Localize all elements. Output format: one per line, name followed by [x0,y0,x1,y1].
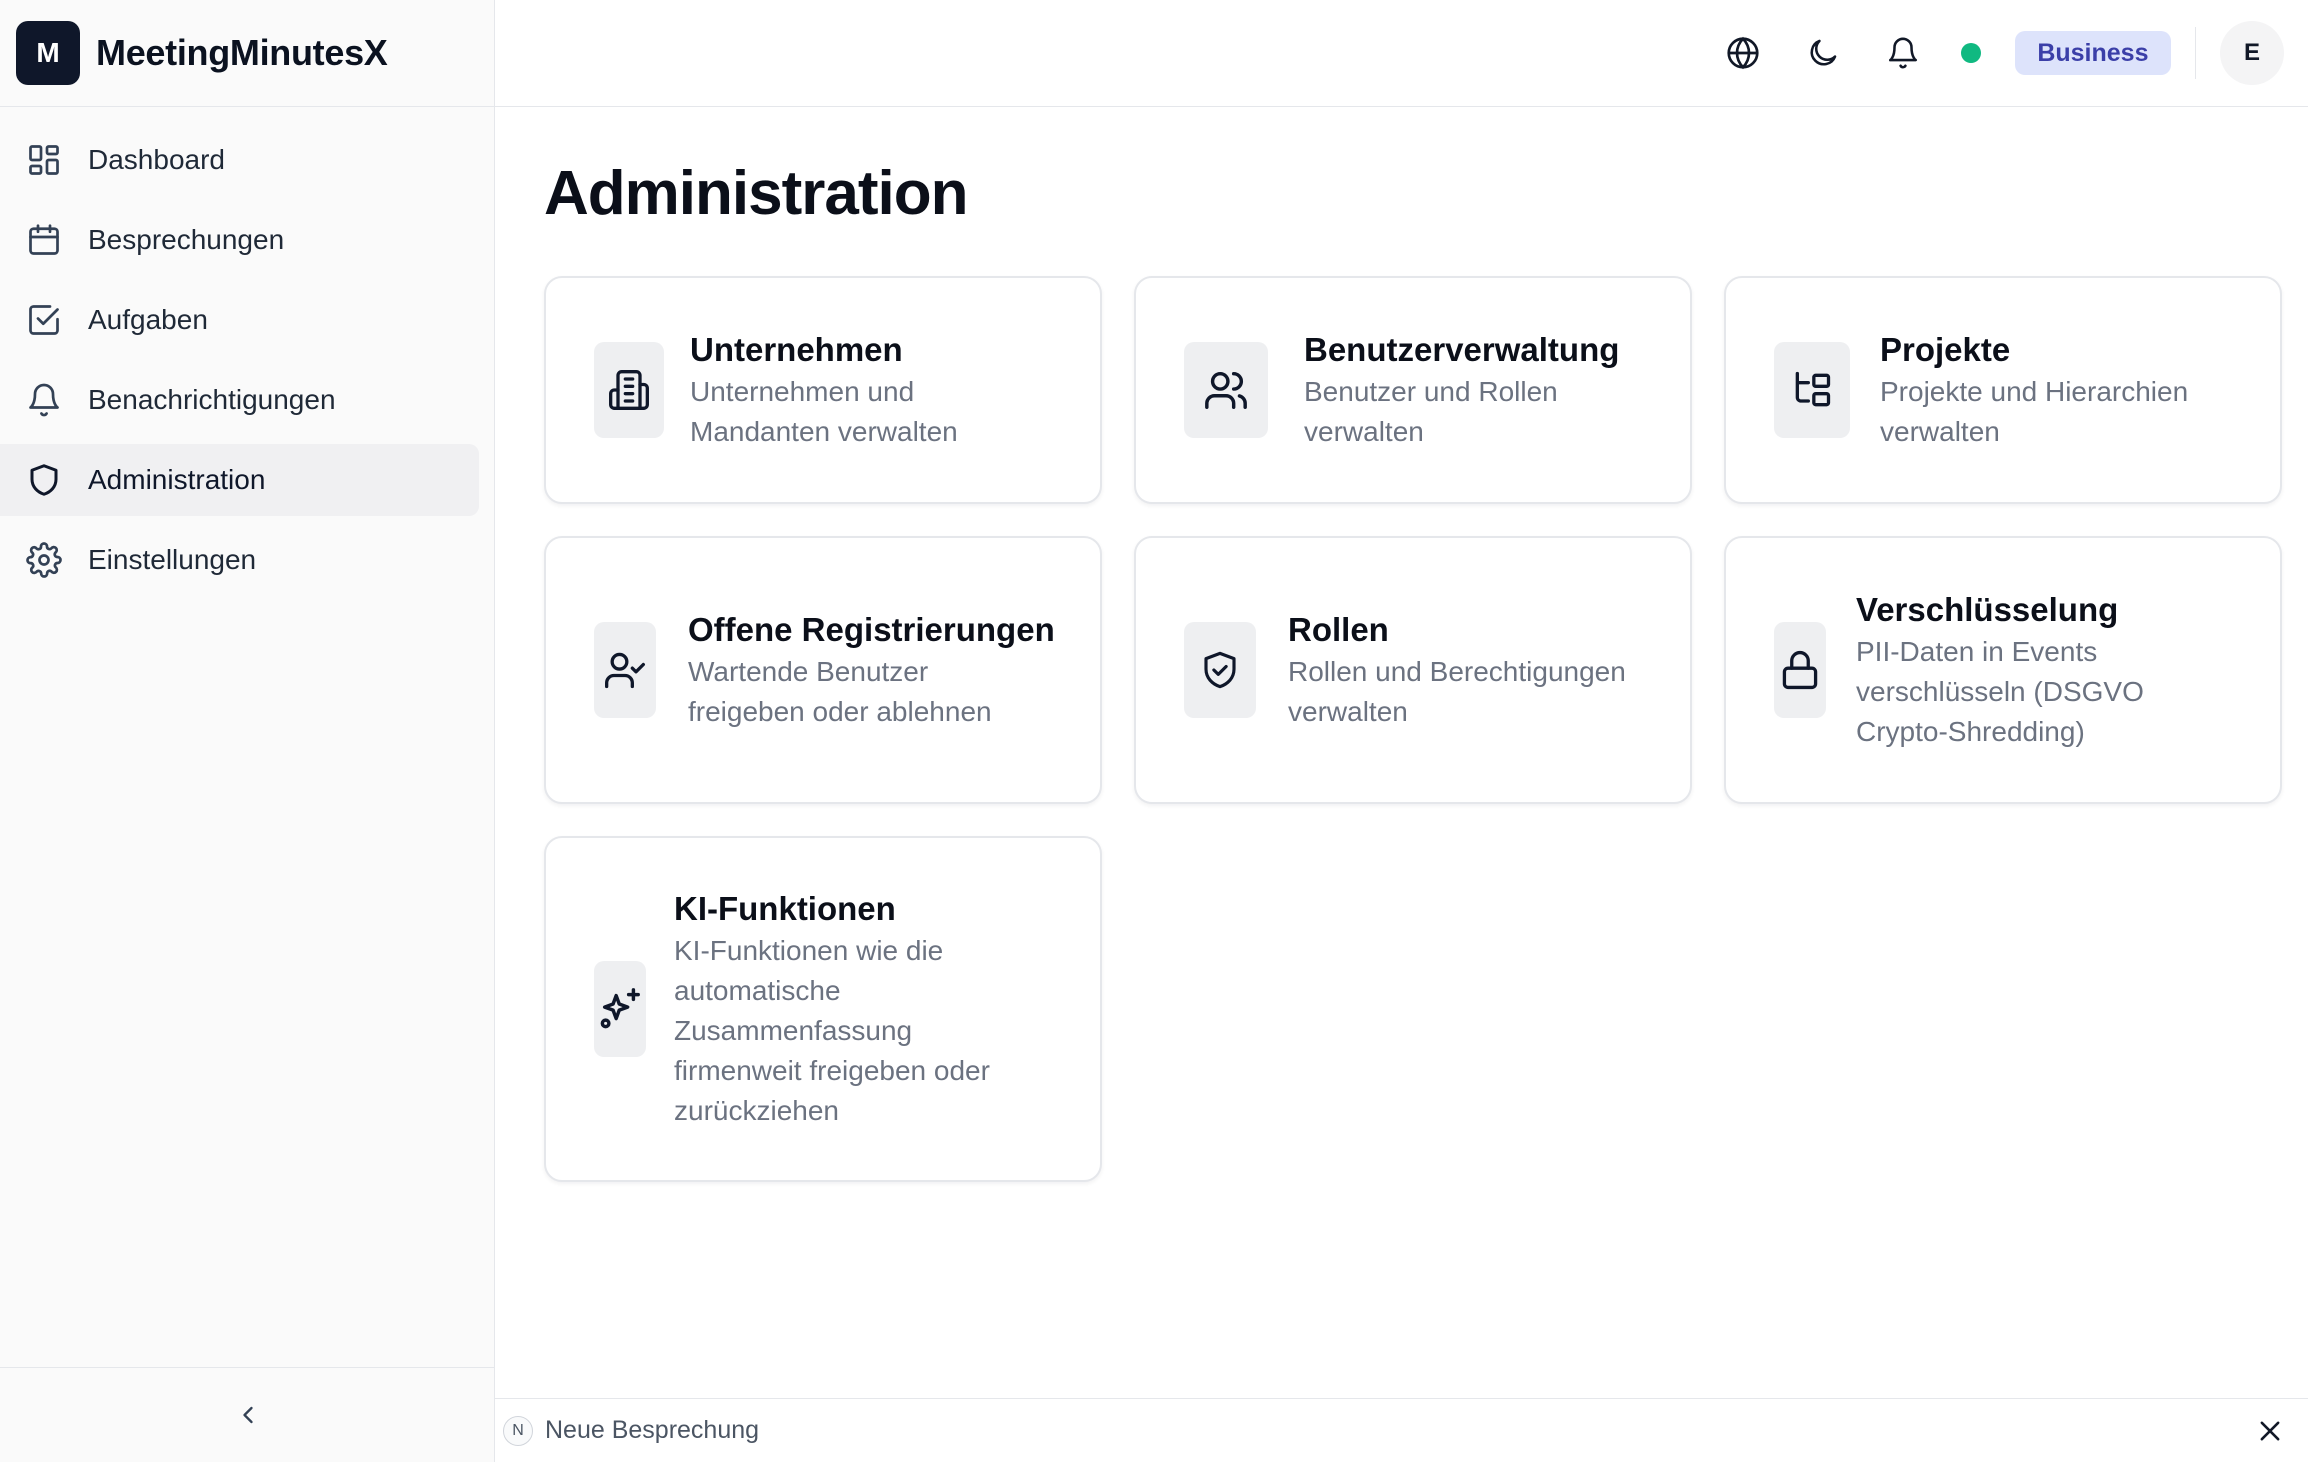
topbar: Business E [495,0,2308,107]
card-title: Verschlüsselung [1856,591,2119,628]
calendar-icon [24,220,64,260]
new-meeting-bar[interactable]: N Neue Besprechung [495,1398,2308,1462]
sidebar-item-dashboard[interactable]: Dashboard [0,124,479,196]
sidebar-item-einstellungen[interactable]: Einstellungen [0,524,479,596]
app-window: M MeetingMinutesX Dashboard Besprechunge… [0,0,2308,1462]
divider [2194,27,2196,79]
new-meeting-label[interactable]: Neue Besprechung [545,1416,759,1445]
card-description: Benutzer und Rollen verwalten [1304,376,1558,447]
shield-check-icon [1184,622,1256,718]
brand-logo: M [16,21,80,85]
page-title: Administration [544,159,968,228]
sidebar-item-label: Einstellungen [88,544,257,575]
status-indicator [1961,43,1982,63]
close-icon[interactable] [2252,1413,2288,1449]
users-icon [1184,342,1268,438]
card-title: Benutzerverwaltung [1304,331,1620,368]
bell-icon[interactable] [1881,31,1925,75]
user-check-icon [594,622,656,718]
sidebar-item-aufgaben[interactable]: Aufgaben [0,284,479,356]
dashboard-icon [24,140,64,180]
card-description: Projekte und Hierarchien verwalten [1880,376,2189,447]
card-title: Projekte [1880,331,2011,368]
sidebar-nav: Dashboard Besprechungen Aufgaben Benachr… [0,124,495,604]
card-title: Offene Registrierungen [688,611,1055,648]
card-ki-funktionen[interactable]: KI-Funktionen KI-Funktionen wie die auto… [544,836,1102,1182]
sidebar-item-label: Dashboard [88,144,225,175]
globe-icon[interactable] [1721,31,1765,75]
brand[interactable]: M MeetingMinutesX [0,0,495,107]
shortcut-badge: N [503,1415,533,1446]
card-description: PII-Daten in Events verschlüsseln (DSGVO… [1856,636,2144,747]
card-title: Unternehmen [690,331,903,368]
shield-icon [24,460,64,500]
sidebar-item-label: Benachrichtigungen [88,384,336,415]
bell-icon [24,380,64,420]
avatar[interactable]: E [2220,21,2284,85]
plan-badge[interactable]: Business [2015,31,2171,75]
card-description: Unternehmen und Mandanten verwalten [690,376,958,447]
sidebar-item-label: Administration [88,464,266,495]
card-description: Wartende Benutzer freigeben oder ablehne… [688,656,992,727]
building-icon [594,342,664,438]
topbar-actions: Business E [1685,20,2284,86]
card-benutzerverwaltung[interactable]: Benutzerverwaltung Benutzer und Rollen v… [1134,276,1692,504]
sidebar-footer [0,1367,495,1462]
sidebar-item-label: Besprechungen [88,224,285,255]
checkbox-icon [24,300,64,340]
card-projekte[interactable]: Projekte Projekte und Hierarchien verwal… [1724,276,2282,504]
card-unternehmen[interactable]: Unternehmen Unternehmen und Mandanten ve… [544,276,1102,504]
sidebar-item-label: Aufgaben [88,304,208,335]
card-title: Rollen [1288,611,1389,648]
sidebar-item-benachrichtigungen[interactable]: Benachrichtigungen [0,364,479,436]
brand-name: MeetingMinutesX [96,32,388,73]
sidebar-item-besprechungen[interactable]: Besprechungen [0,204,479,276]
sidebar: M MeetingMinutesX Dashboard Besprechunge… [0,0,495,1462]
moon-icon[interactable] [1801,31,1845,75]
card-verschluesselung[interactable]: Verschlüsselung PII-Daten in Events vers… [1724,536,2282,804]
gear-icon [24,540,64,580]
card-title: KI-Funktionen [674,890,896,927]
lock-icon [1774,622,1826,718]
card-rollen[interactable]: Rollen Rollen und Berechtigungen verwalt… [1134,536,1692,804]
folder-tree-icon [1774,342,1850,438]
chevron-left-icon[interactable] [234,1401,262,1429]
card-description: Rollen und Berechtigungen verwalten [1288,656,1626,727]
sidebar-item-administration[interactable]: Administration [0,444,479,516]
sparkles-icon [594,961,646,1057]
card-offene-registrierungen[interactable]: Offene Registrierungen Wartende Benutzer… [544,536,1102,804]
card-description: KI-Funktionen wie die automatische Zusam… [674,935,990,1126]
